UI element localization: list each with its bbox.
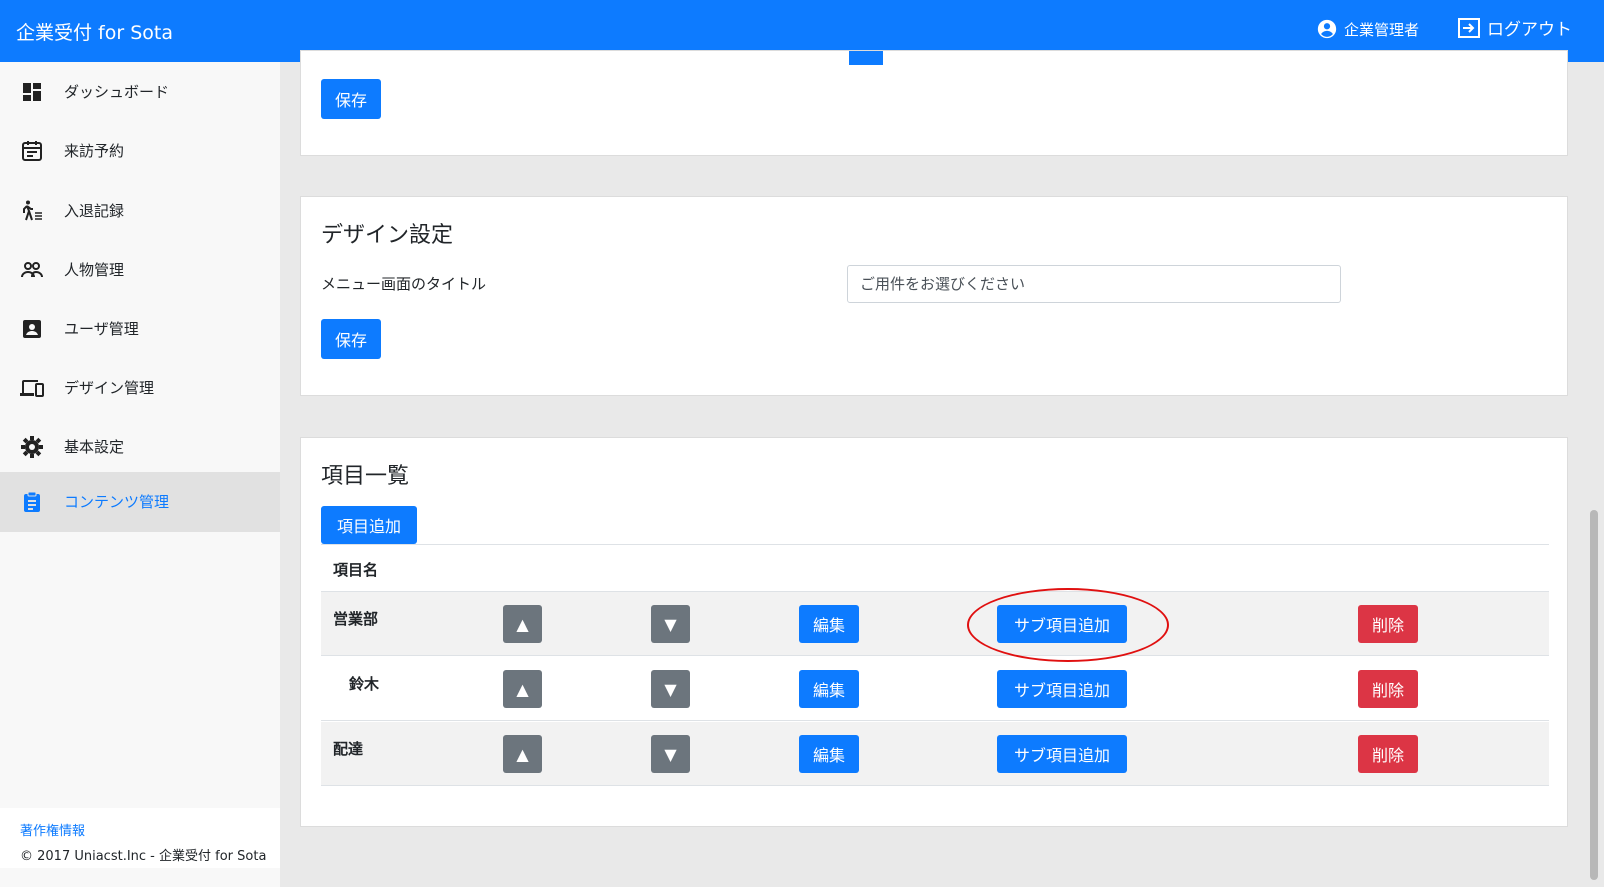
add-sub-item-button[interactable]: サブ項目追加 — [997, 735, 1127, 773]
gear-icon — [20, 435, 44, 459]
sidebar-item-design[interactable]: デザイン管理 — [0, 358, 280, 418]
logout-link[interactable]: ログアウト — [1457, 15, 1572, 40]
partial-button-edge — [849, 51, 883, 65]
menu-title-input[interactable] — [847, 265, 1341, 303]
logout-icon — [1457, 17, 1481, 39]
column-header-name: 項目名 — [333, 561, 379, 579]
table-row: 配達 ▲ ▼ 編集 サブ項目追加 削除 — [321, 722, 1549, 786]
sidebar-item-label: デザイン管理 — [64, 379, 155, 397]
item-name: 配達 — [333, 740, 364, 758]
sidebar-item-settings[interactable]: 基本設定 — [0, 417, 280, 477]
add-sub-item-button[interactable]: サブ項目追加 — [997, 670, 1127, 708]
copyright-link[interactable]: 著作権情報 — [20, 820, 280, 839]
sidebar-item-visit-reservation[interactable]: 来訪予約 — [0, 121, 280, 181]
sidebar-item-entry-log[interactable]: 入退記録 — [0, 181, 280, 241]
sidebar-item-label: 来訪予約 — [64, 142, 125, 160]
edit-button[interactable]: 編集 — [799, 670, 859, 708]
brand-title[interactable]: 企業受付 for Sota — [16, 18, 173, 45]
table-row: 鈴木 ▲ ▼ 編集 サブ項目追加 削除 — [321, 657, 1549, 721]
design-settings-card: デザイン設定 メニュー画面のタイトル 保存 — [300, 196, 1568, 396]
move-up-button[interactable]: ▲ — [503, 605, 542, 643]
sidebar-item-label: 基本設定 — [64, 438, 125, 456]
sidebar-item-people[interactable]: 人物管理 — [0, 240, 280, 300]
devices-icon — [20, 376, 44, 400]
copyright-text: © 2017 Uniacst.Inc - 企業受付 for Sota — [20, 849, 267, 864]
move-down-button[interactable]: ▼ — [651, 735, 690, 773]
clipboard-icon — [20, 490, 44, 514]
delete-button[interactable]: 削除 — [1358, 670, 1418, 708]
save-button-top[interactable]: 保存 — [321, 79, 381, 119]
dashboard-icon — [20, 80, 44, 104]
move-down-button[interactable]: ▼ — [651, 605, 690, 643]
edit-button[interactable]: 編集 — [799, 605, 859, 643]
move-up-button[interactable]: ▲ — [503, 735, 542, 773]
save-button-design[interactable]: 保存 — [321, 319, 381, 359]
table-row: 営業部 ▲ ▼ 編集 サブ項目追加 削除 — [321, 592, 1549, 656]
sidebar-item-label: ダッシュボード — [64, 83, 170, 101]
sidebar-item-label: 入退記録 — [64, 202, 125, 220]
table-header: 項目名 — [321, 544, 1549, 592]
sidebar-item-content[interactable]: コンテンツ管理 — [0, 472, 280, 532]
account-circle-icon — [1316, 18, 1338, 40]
menu-title-label: メニュー画面のタイトル — [321, 275, 487, 293]
sidebar-item-dashboard[interactable]: ダッシュボード — [0, 62, 280, 122]
sidebar-item-label: 人物管理 — [64, 261, 125, 279]
sidebar-footer: 著作権情報 © 2017 Uniacst.Inc - 企業受付 for Sota — [0, 808, 280, 868]
logout-label: ログアウト — [1487, 20, 1572, 40]
item-name: 営業部 — [333, 610, 379, 628]
item-list-card: 項目一覧 項目追加 項目名 営業部 ▲ ▼ 編集 サブ項目追加 削除 鈴木 ▲ … — [300, 437, 1568, 827]
highlight-ellipse-annotation — [967, 588, 1169, 662]
edit-button[interactable]: 編集 — [799, 735, 859, 773]
account-box-icon — [20, 317, 44, 341]
settings-card-top: 保存 — [300, 50, 1568, 156]
walk-icon — [20, 199, 44, 223]
delete-button[interactable]: 削除 — [1358, 605, 1418, 643]
item-name: 鈴木 — [349, 675, 380, 693]
sidebar-item-label: ユーザ管理 — [64, 320, 139, 338]
sidebar-item-label: コンテンツ管理 — [64, 493, 170, 511]
people-icon — [20, 258, 44, 282]
page-scrollbar[interactable] — [1590, 510, 1598, 880]
user-name: 企業管理者 — [1344, 20, 1420, 39]
item-list-title: 項目一覧 — [321, 464, 410, 489]
sidebar-item-users[interactable]: ユーザ管理 — [0, 299, 280, 359]
user-menu[interactable]: 企業管理者 — [1316, 18, 1419, 40]
delete-button[interactable]: 削除 — [1358, 735, 1418, 773]
move-up-button[interactable]: ▲ — [503, 670, 542, 708]
design-settings-title: デザイン設定 — [321, 223, 454, 248]
calendar-icon — [20, 139, 44, 163]
sidebar: ダッシュボード 来訪予約 入退記録 人物管理 ユーザ管理 デザイン管理 基本設定… — [0, 62, 280, 887]
add-item-button[interactable]: 項目追加 — [321, 506, 417, 544]
move-down-button[interactable]: ▼ — [651, 670, 690, 708]
